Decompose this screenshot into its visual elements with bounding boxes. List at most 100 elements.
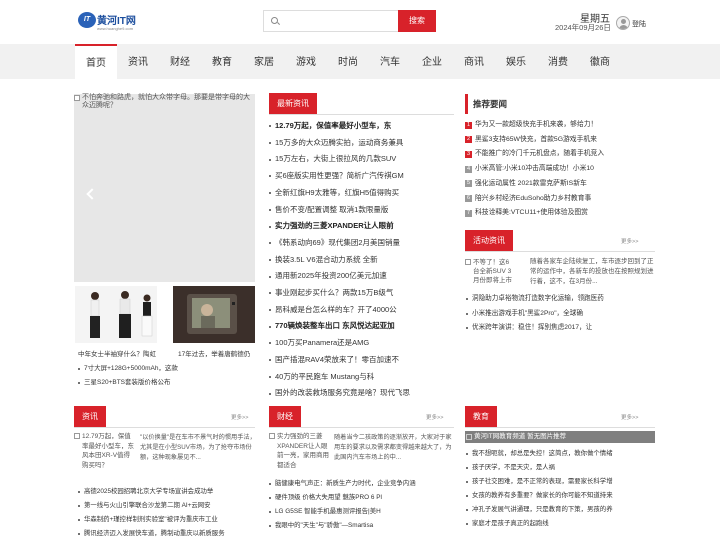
user-avatar-icon[interactable] (616, 16, 630, 30)
finance-more-link[interactable]: 更多>> (426, 413, 443, 421)
list-item[interactable]: 100万买Panamera还是AMG (269, 335, 454, 352)
list-item[interactable]: 高徳2025校园招聘北京大学专场宣讲会成功举 (78, 485, 258, 499)
list-item[interactable]: 通用新2025年投资200亿美元加速 (269, 268, 454, 285)
list-item[interactable]: 昂科威是台怎么样的车？开了4000公 (269, 302, 454, 319)
news-more-link[interactable]: 更多>> (231, 413, 248, 421)
finance-module-image[interactable]: 实力强劲的三菱XPANDER让人眼前一亮，家用商用都适合 (269, 432, 331, 470)
finance-module-list: 脑健康电气声正：新质生产力时代，企业竞争内涵 硬件顶级 价格大失用望 魅族PRO… (269, 477, 454, 533)
recommend-item[interactable]: 4 小米高管:小米10冲击高端成功！小米10 (465, 162, 655, 177)
nav-item-fashion[interactable]: 时尚 (327, 44, 369, 79)
recommend-accent-bar (465, 94, 468, 114)
list-item[interactable]: LG G5SE 智能手机最惠测评报告|美H (269, 505, 454, 519)
list-item[interactable]: 国产插混RAV4荣放来了！零百加速不 (269, 352, 454, 369)
list-item[interactable]: 我眼中的"天生"与"骄傲"—Smartisa (269, 519, 454, 533)
list-item[interactable]: 女孩的教养有多重要？做家长的你可能不知道持来 (466, 489, 656, 503)
recommend-list: 1 华为又一款超级快充手机来袭，够给力！ 2 黑鲨3支持65W快充，首款5G游戏手机… (465, 118, 655, 221)
finance-module-tab[interactable]: 财经 (269, 406, 301, 427)
list-item[interactable]: 12.79万起，保值率最好小型车，东 (269, 118, 454, 135)
slider-caption[interactable]: 不怕奔驰和路虎，就怕大众带字母。那要是带字母的大众迈腾呢？ (74, 94, 255, 110)
nav-item-home-living[interactable]: 家居 (243, 44, 285, 79)
activity-image[interactable]: 不等了！这6台全新SUV 3月份即将上市 (465, 258, 515, 288)
list-item[interactable]: 我不想呃就，却总是失控！这简点，教你做个情绪 (466, 447, 656, 461)
list-item[interactable]: 硬件顶级 价格大失用望 魅族PRO 6 Pl (269, 491, 454, 505)
search-box (263, 10, 399, 32)
news-module-description: "以价换量"是在车市不景气时的惯用手法，尤其是在小型SUV市场，为了抢夺市场份额… (140, 434, 256, 461)
latest-news-tab[interactable]: 最新资讯 (269, 93, 317, 114)
activity-more-link[interactable]: 更多>> (621, 237, 638, 245)
list-item[interactable]: 换装3.5L V6混合动力系统 全新 (269, 252, 454, 269)
thumb-image-fashion[interactable] (75, 286, 157, 343)
list-item[interactable]: 15万左右，大街上很拉风的几款SUV (269, 151, 454, 168)
image-slider[interactable]: 不怕奔驰和路虎，就怕大众带字母。那要是带字母的大众迈腾呢？ (74, 94, 318, 282)
list-item[interactable]: 事业刚起步买什么？两款15万B级气 (269, 285, 454, 302)
news-module-list: 高徳2025校园招聘北京大学专场宣讲会成功举 第一线与火山引擎联合沙龙第二期 A… (78, 485, 258, 540)
nav-item-commerce[interactable]: 商讯 (453, 44, 495, 79)
nav-item-education[interactable]: 教育 (201, 44, 243, 79)
site-logo[interactable]: IT 黄河IT网 www.huanghe9.com (78, 11, 142, 33)
thumb-label-2[interactable]: 17年过去，举着唐鹤德仍 (178, 348, 250, 358)
list-item[interactable]: 家庭才是孩子真正的起跑线 (466, 517, 656, 531)
nav-item-consumer[interactable]: 消费 (537, 44, 579, 79)
list-item[interactable]: 孩子厌学，不是天灾，是人祸 (466, 461, 656, 475)
list-item[interactable]: 脑健康电气声正：新质生产力时代，企业竞争内涵 (269, 477, 454, 491)
finance-module-divider (269, 427, 454, 428)
list-item[interactable]: 15万多的大众迈腾实拍，运动商务兼具 (269, 135, 454, 152)
nav-item-finance[interactable]: 财经 (159, 44, 201, 79)
broken-image-icon (269, 433, 275, 439)
latest-news-list: 12.79万起，保值率最好小型车，东 15万多的大众迈腾实拍，运动商务兼具 15… (269, 118, 454, 402)
education-module-list: 我不想呃就，却总是失控！这简点，教你做个情绪 孩子厌学，不是天灾，是人祸 孩子社… (466, 447, 656, 531)
nav-item-entertainment[interactable]: 娱乐 (495, 44, 537, 79)
recommend-item[interactable]: 7 科技诠释美:VTCU11+使用体验及图赏 (465, 206, 655, 221)
education-more-link[interactable]: 更多>> (621, 413, 638, 421)
news-module-image[interactable]: 12.79万起，保值率最好小型车，东风本田XR-V值得购买吗？ (74, 432, 136, 470)
list-item[interactable]: 第一线与火山引擎联合沙龙第二期 AI+云网安 (78, 499, 258, 513)
tv-photo-icon (173, 286, 255, 343)
list-item[interactable]: 买6座版实用性更强？简析广汽传祺GM (269, 168, 454, 185)
broken-image-icon (466, 434, 472, 440)
recommend-item[interactable]: 3 不能推广的冷门千元机盘点，随着手机竞入 (465, 147, 655, 162)
nav-item-huishang[interactable]: 徽商 (579, 44, 621, 79)
nav-item-news[interactable]: 资讯 (117, 44, 159, 79)
list-item[interactable]: 《韩系动向69》现代集团2月美国销量 (269, 235, 454, 252)
date: 2024年09月26日 (555, 23, 611, 32)
rank-badge: 7 (465, 209, 472, 217)
list-item[interactable]: 洞隐助力卓裕物流打造数字化运输，领跑医药 (466, 292, 656, 307)
nav-item-games[interactable]: 游戏 (285, 44, 327, 79)
list-item[interactable]: 孩子社交困难，是不正常的表现，需要家长科学增 (466, 475, 656, 489)
recommend-item[interactable]: 1 华为又一款超级快充手机来袭，够给力！ (465, 118, 655, 133)
slider-prev-icon[interactable] (86, 188, 98, 200)
list-item[interactable]: 40万的平民跑车 Mustang与科 (269, 369, 454, 386)
list-item[interactable]: 小米推出游戏手机"黑鲨2Pro"，全球确 (466, 307, 656, 322)
list-item[interactable]: 7寸大屏+128G+5000mAh，这款 (78, 362, 258, 376)
news-module-tab[interactable]: 资讯 (74, 406, 106, 427)
education-module-divider (465, 427, 655, 428)
list-item[interactable]: 国外的改装救场服务究竟是啥？现代飞思 (269, 385, 454, 402)
recommend-item[interactable]: 2 黑鲨3支持65W快充，首款5G游戏手机来 (465, 133, 655, 148)
thumb-image-tv[interactable] (173, 286, 255, 343)
nav-item-home[interactable]: 首页 (75, 44, 117, 80)
activity-tab[interactable]: 活动资讯 (465, 230, 513, 251)
list-item[interactable]: 770辆焕装整车出口 东风悦达起亚加 (269, 318, 454, 335)
education-module-tab[interactable]: 教育 (465, 406, 497, 427)
search-input[interactable] (284, 14, 394, 28)
main-nav: 首页 资讯 财经 教育 家居 游戏 时尚 汽车 企业 商讯 娱乐 消费 徽商 (0, 44, 720, 80)
list-item[interactable]: 售价不变/配置调整 取消1款限量版 (269, 202, 454, 219)
list-item[interactable]: 全新红旗H9太雅等，红旗H5值得购买 (269, 185, 454, 202)
broken-image-icon (74, 95, 80, 101)
search-button[interactable]: 搜索 (398, 10, 436, 32)
nav-item-business[interactable]: 企业 (411, 44, 453, 79)
list-item[interactable]: 实力强劲的三菱XPANDER让人眼前 (269, 218, 454, 235)
recommend-item[interactable]: 6 陪兴乡村经济EduSoho助力乡村教育事 (465, 192, 655, 207)
list-item[interactable]: 优米跨年演讲：稳住！挥别焦虑2017，让 (466, 321, 656, 336)
thumb-label-1[interactable]: 中年女士半袖穿什么？陶虹 (78, 348, 156, 358)
list-item[interactable]: 冲孔子发展气讲通理，只是教育的下策，男孩的养 (466, 503, 656, 517)
list-item[interactable]: 腾讯经济迈入发展快车道，腾制动重庆以新质服务 (78, 527, 258, 540)
rank-badge: 1 (465, 121, 472, 129)
login-link[interactable]: 登陆 (632, 19, 646, 29)
recommend-item[interactable]: 5 强化运动属性 2021款雷克萨斯IS新车 (465, 177, 655, 192)
nav-item-auto[interactable]: 汽车 (369, 44, 411, 79)
list-item[interactable]: 三星S20+BTS套装版价格公布 (78, 376, 258, 390)
rank-badge: 3 (465, 150, 472, 158)
list-item[interactable]: 华森制药+瑾控样制剂实验室"被评为重庆市工业 (78, 513, 258, 527)
education-banner[interactable]: 黄河IT网教育频道 暂无图片推荐 (465, 431, 655, 443)
